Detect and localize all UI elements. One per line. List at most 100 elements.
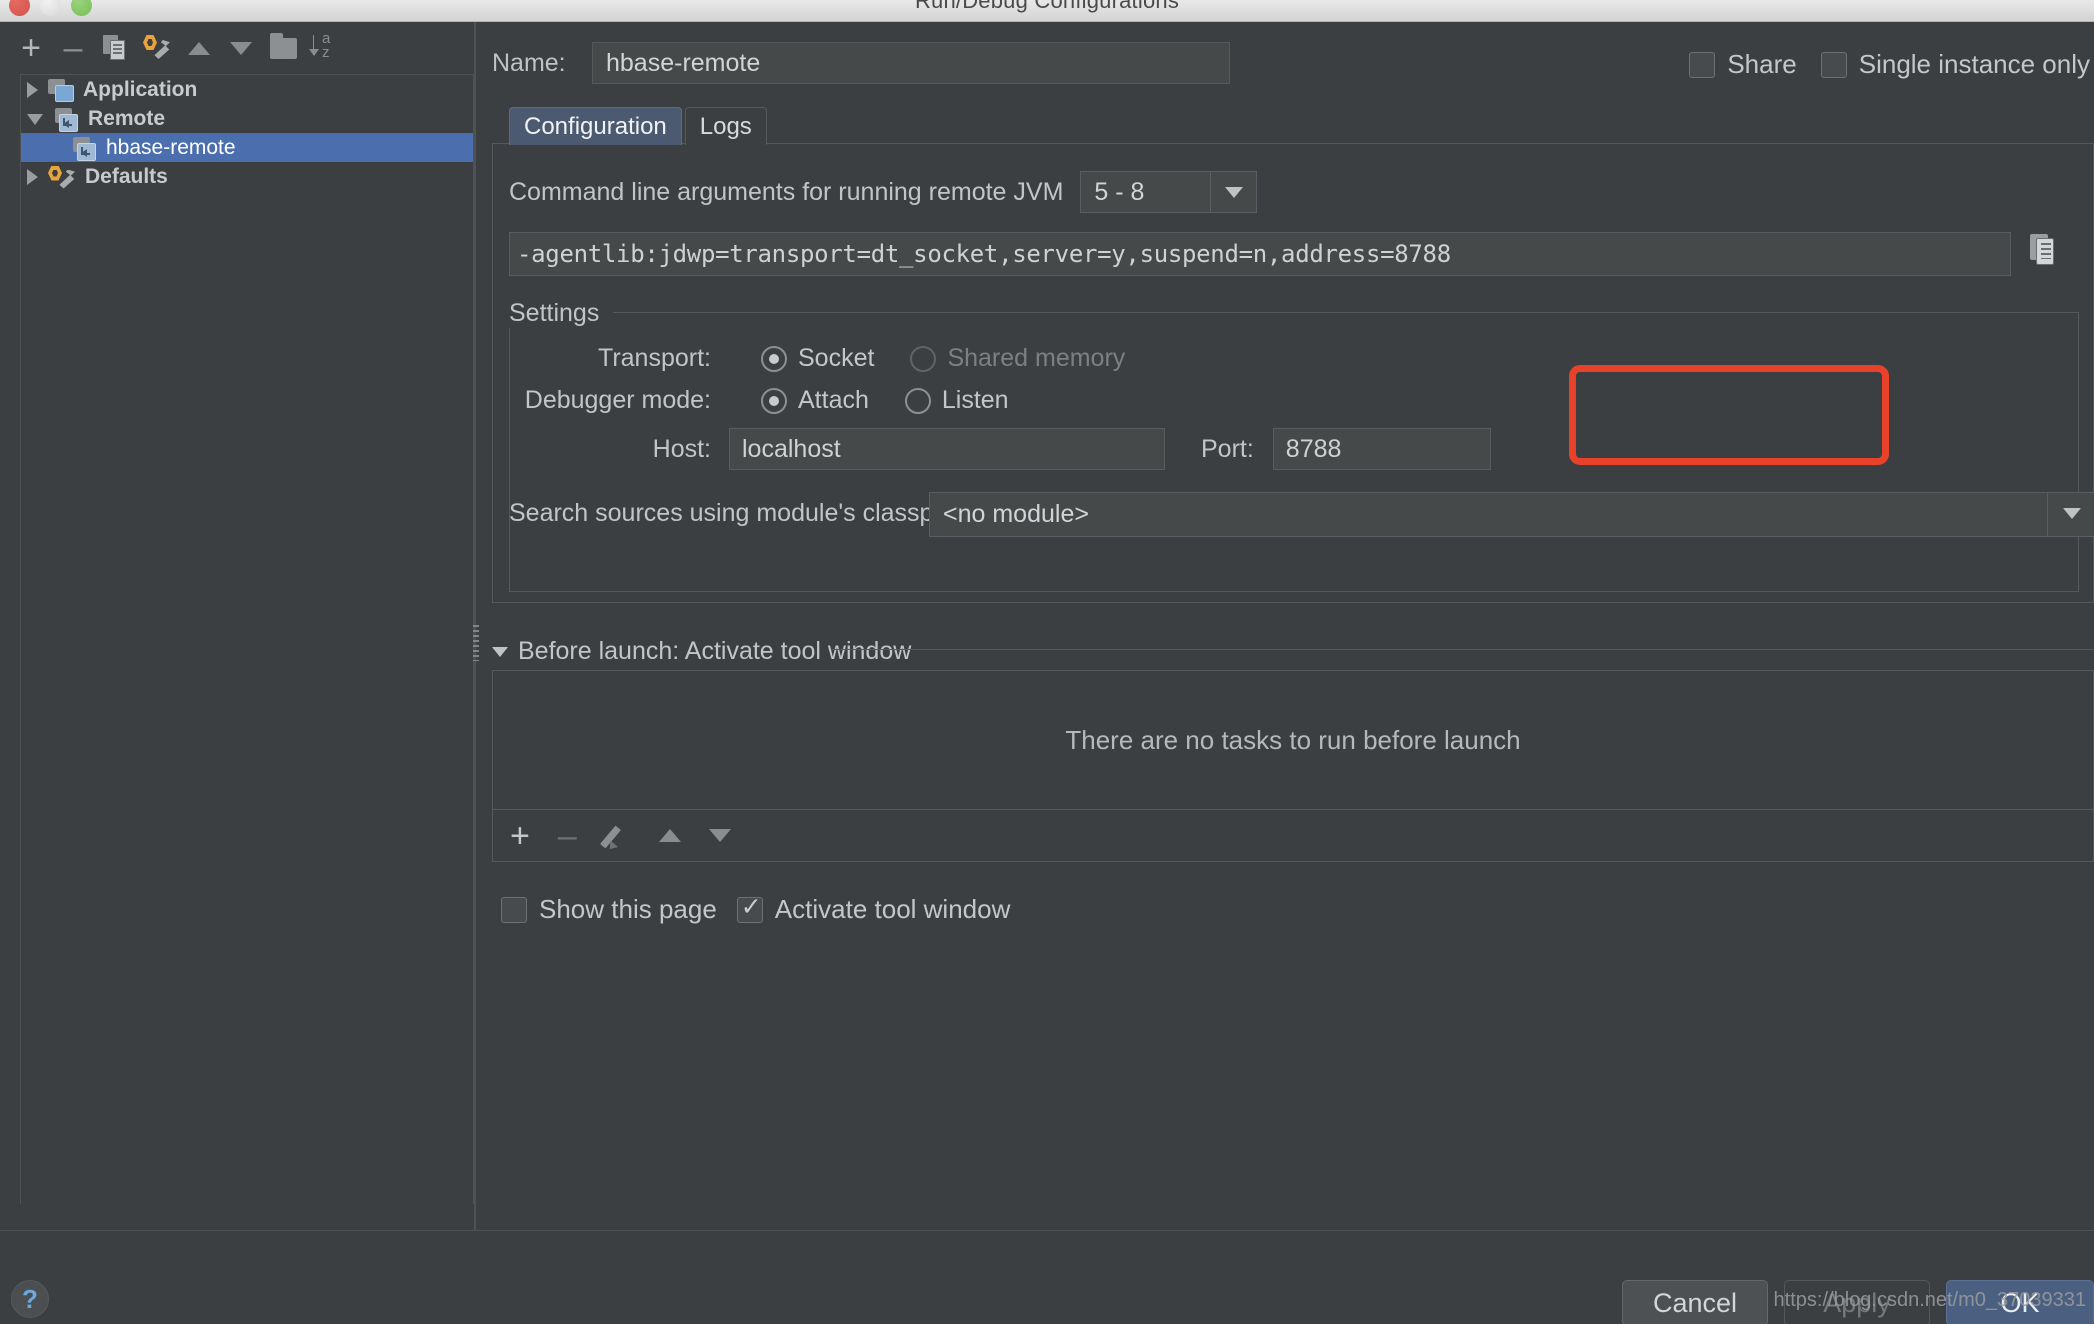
copy-icon: [103, 35, 127, 61]
chevron-down-icon: [1225, 187, 1244, 198]
remote-icon: [53, 107, 79, 132]
module-classpath-row: Search sources using module's classpath:: [509, 499, 975, 528]
tree-item-label: Defaults: [85, 164, 168, 188]
tree-item-hbase-remote[interactable]: hbase-remote: [21, 133, 473, 162]
pencil-icon: [605, 823, 631, 849]
share-checkbox-row[interactable]: Share: [1689, 49, 1797, 80]
show-this-page-label: Show this page: [539, 894, 717, 924]
jvm-args-label: Command line arguments for running remot…: [509, 177, 1064, 206]
move-up-button[interactable]: [180, 29, 218, 67]
before-launch-empty-message: There are no tasks to run before launch: [1065, 724, 1521, 755]
copy-args-button[interactable]: [2030, 232, 2060, 268]
host-port-row: Host: localhost Port: 8788: [509, 428, 1491, 470]
edit-defaults-button[interactable]: [138, 29, 176, 67]
name-input[interactable]: hbase-remote: [592, 42, 1230, 84]
defaults-icon: [48, 165, 76, 189]
chevron-right-icon[interactable]: [27, 81, 38, 98]
configuration-editor-panel: Name: hbase-remote Share Single instance…: [476, 22, 2094, 1230]
before-launch-toolbar: [492, 810, 2094, 862]
radio-attach[interactable]: [761, 387, 787, 414]
transport-shared-memory-label: Shared memory: [947, 344, 1126, 372]
configuration-options: Share Single instance only: [1689, 49, 2090, 80]
chevron-down-icon: [2063, 508, 2081, 519]
chevron-down-icon[interactable]: [27, 114, 43, 125]
transport-socket-label: Socket: [798, 344, 875, 372]
remote-icon: [71, 136, 97, 161]
configurations-tree[interactable]: Application Remote hbase-remote Defaults: [20, 74, 474, 1204]
move-down-button[interactable]: [222, 29, 260, 67]
triangle-down-icon: [230, 41, 252, 55]
jvm-version-select[interactable]: 5 - 8: [1080, 171, 1258, 213]
configurations-tree-panel: az Application Remote hbase-remote Def: [0, 22, 474, 1230]
debugger-mode-label: Debugger mode:: [524, 386, 711, 414]
chevron-right-icon[interactable]: [27, 168, 38, 185]
activate-tool-window-row[interactable]: Activate tool window: [736, 893, 1011, 925]
show-this-page-checkbox[interactable]: [501, 896, 527, 923]
folder-icon: [269, 32, 297, 59]
sort-az-icon: az: [309, 31, 338, 62]
copy-icon: [2041, 243, 2051, 259]
move-task-down-button: [708, 818, 731, 854]
port-input[interactable]: 8788: [1272, 428, 1491, 470]
debugger-attach-label: Attach: [798, 386, 869, 414]
tree-item-label: hbase-remote: [106, 135, 236, 159]
tree-item-label: Application: [83, 77, 198, 101]
single-instance-checkbox[interactable]: [1820, 51, 1847, 78]
wrench-icon: [143, 35, 171, 61]
tab-logs[interactable]: Logs: [684, 107, 767, 145]
copy-configuration-button[interactable]: [96, 29, 134, 67]
single-instance-checkbox-row[interactable]: Single instance only: [1820, 49, 2090, 80]
application-icon: [48, 78, 74, 102]
host-label: Host:: [652, 434, 711, 463]
transport-row: Transport: Socket Shared memory: [509, 344, 1125, 373]
debugger-mode-row: Debugger mode: Attach Listen: [509, 386, 1009, 415]
debugger-mode-option-listen[interactable]: Listen: [904, 386, 1009, 415]
module-classpath-value: <no module>: [943, 500, 1089, 528]
triangle-up-icon: [188, 41, 210, 55]
before-launch-header[interactable]: Before launch: Activate tool window: [492, 637, 911, 666]
debugger-mode-option-attach[interactable]: Attach: [761, 386, 869, 415]
transport-option-shared-memory: Shared memory: [910, 344, 1125, 373]
tree-item-application[interactable]: Application: [21, 75, 473, 104]
help-button[interactable]: ?: [11, 1280, 49, 1318]
before-launch-options: Show this page Activate tool window: [501, 893, 1011, 925]
share-checkbox[interactable]: [1689, 51, 1716, 78]
new-folder-button[interactable]: [264, 29, 302, 67]
editor-tabs: Configuration Logs: [509, 107, 770, 145]
share-label: Share: [1727, 49, 1797, 79]
show-this-page-row[interactable]: Show this page: [501, 894, 717, 925]
configuration-tab-panel: Command line arguments for running remot…: [492, 143, 2094, 603]
watermark: https://blog.csdn.net/m0_37039331: [1773, 1289, 2086, 1311]
host-input[interactable]: localhost: [729, 428, 1165, 470]
transport-option-socket[interactable]: Socket: [761, 344, 874, 373]
tree-toolbar: az: [0, 22, 474, 74]
radio-socket[interactable]: [761, 345, 787, 372]
window-titlebar: Run/Debug Configurations: [0, 0, 2094, 22]
port-label: Port:: [1201, 434, 1254, 463]
radio-listen[interactable]: [904, 387, 931, 414]
before-launch-task-list[interactable]: There are no tasks to run before launch: [492, 670, 2094, 810]
add-task-button[interactable]: [510, 818, 530, 854]
cancel-button[interactable]: Cancel: [1622, 1280, 1768, 1324]
settings-group-title: Settings: [509, 299, 610, 328]
jvm-args-field[interactable]: -agentlib:jdwp=transport=dt_socket,serve…: [509, 232, 2011, 276]
window-title: Run/Debug Configurations: [914, 0, 1180, 13]
sort-configurations-button[interactable]: az: [306, 29, 344, 67]
activate-tool-window-checkbox[interactable]: [736, 893, 763, 923]
add-configuration-button[interactable]: [12, 29, 50, 67]
question-mark-icon: ?: [22, 1283, 38, 1314]
activate-tool-window-label: Activate tool window: [774, 894, 1011, 924]
chevron-down-icon[interactable]: [492, 646, 508, 657]
jvm-args-row: Command line arguments for running remot…: [509, 171, 1258, 213]
remove-configuration-button[interactable]: [54, 29, 92, 67]
configuration-name-row: Name: hbase-remote: [492, 42, 1230, 84]
single-instance-label: Single instance only: [1858, 49, 2090, 79]
radio-shared-memory: [910, 345, 937, 372]
triangle-down-icon: [708, 829, 731, 842]
tree-item-remote[interactable]: Remote: [21, 104, 473, 133]
tab-configuration[interactable]: Configuration: [509, 107, 682, 145]
module-classpath-label: Search sources using module's classpath:: [509, 499, 976, 527]
before-launch-line: [831, 649, 2094, 650]
tree-item-defaults[interactable]: Defaults: [21, 162, 473, 191]
module-classpath-select[interactable]: <no module>: [929, 492, 2094, 537]
